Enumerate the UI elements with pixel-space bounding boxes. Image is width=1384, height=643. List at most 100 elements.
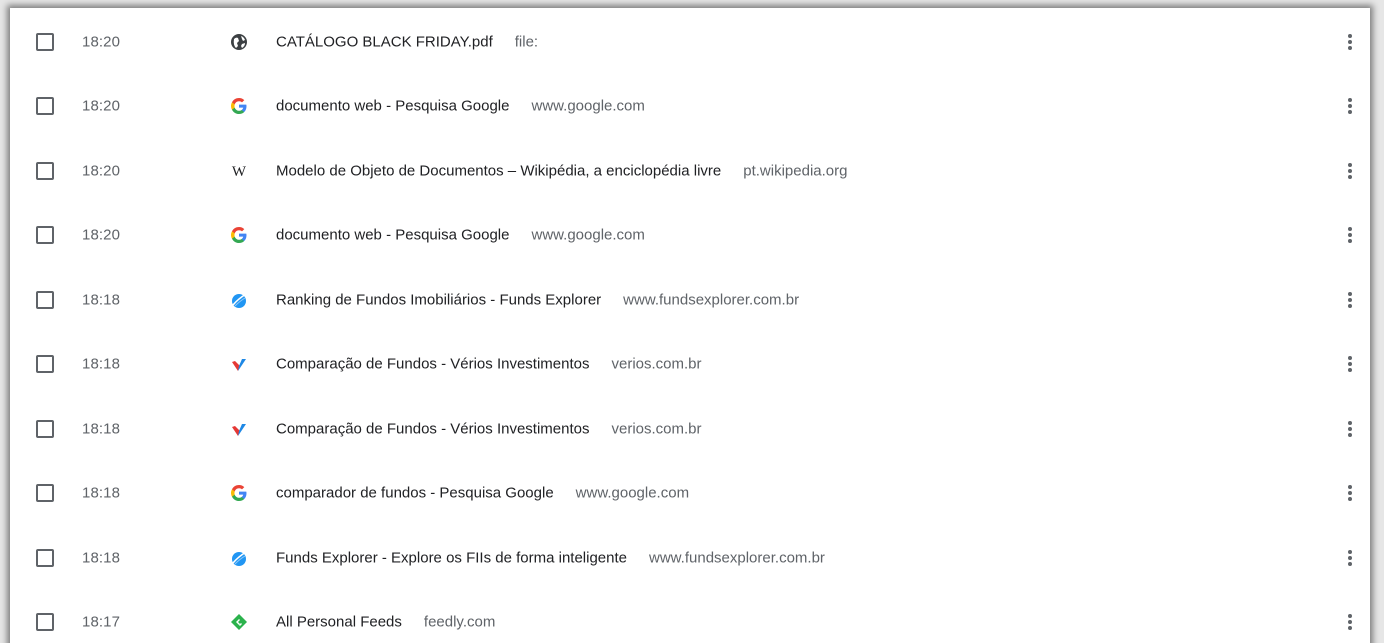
page-title: Funds Explorer - Explore os FIIs de form… [276, 549, 627, 567]
more-actions-icon[interactable] [1340, 160, 1360, 182]
row-checkbox[interactable] [36, 291, 54, 309]
page-title-link[interactable]: documento web - Pesquisa Google www.googl… [276, 98, 645, 115]
more-actions-icon[interactable] [1340, 418, 1360, 440]
page-title-link[interactable]: comparador de fundos - Pesquisa Google ww… [276, 485, 689, 502]
page-title: Comparação de Fundos - Vérios Investimen… [276, 355, 590, 373]
history-row[interactable]: 18:20 CATÁLOGO BLACK FRIDAY.pdf file: [10, 10, 1370, 74]
visit-time: 18:18 [82, 549, 121, 567]
page-title: documento web - Pesquisa Google [276, 97, 510, 115]
menu-dot [1348, 98, 1352, 102]
row-checkbox[interactable] [36, 484, 54, 502]
menu-dot [1348, 626, 1352, 630]
page-title: Comparação de Fundos - Vérios Investimen… [276, 420, 590, 438]
menu-dot [1348, 46, 1352, 50]
visit-time: 18:18 [82, 420, 121, 438]
row-checkbox[interactable] [36, 162, 54, 180]
menu-dot [1348, 491, 1352, 495]
menu-dot [1348, 292, 1352, 296]
page-domain: www.google.com [531, 97, 645, 115]
history-row[interactable]: 18:20 documento web - Pesquisa Google www.… [10, 203, 1370, 267]
menu-dot [1348, 620, 1352, 624]
verios-icon [230, 355, 248, 373]
menu-dot [1348, 562, 1352, 566]
page-domain: verios.com.br [611, 420, 702, 438]
visit-time: 18:20 [82, 162, 121, 180]
feedly-icon [230, 613, 248, 631]
menu-dot [1348, 175, 1352, 179]
visit-time: 18:17 [82, 613, 121, 631]
menu-dot [1348, 239, 1352, 243]
page-title-link[interactable]: Ranking de Fundos Imobiliários - Funds E… [276, 292, 799, 309]
history-row[interactable]: 18:18 Ranking de Fundos Imobiliários - Fu… [10, 268, 1370, 332]
page-title-link[interactable]: Funds Explorer - Explore os FIIs de form… [276, 550, 825, 567]
visit-time: 18:20 [82, 97, 121, 115]
visit-time: 18:20 [82, 33, 121, 51]
visit-time: 18:18 [82, 291, 121, 309]
page-title: Modelo de Objeto de Documentos – Wikipéd… [276, 162, 722, 180]
history-row[interactable]: 18:18 Funds Explorer - Explore os FIIs de… [10, 526, 1370, 590]
history-row[interactable]: 18:20 W Modelo de Objeto de Documentos – W… [10, 139, 1370, 203]
page-title-link[interactable]: Comparação de Fundos - Vérios Investimen… [276, 356, 702, 373]
menu-dot [1348, 40, 1352, 44]
google-icon [230, 226, 248, 244]
more-actions-icon[interactable] [1340, 547, 1360, 569]
page-title: documento web - Pesquisa Google [276, 226, 510, 244]
menu-dot [1348, 104, 1352, 108]
page-domain: www.fundsexplorer.com.br [649, 549, 825, 567]
row-checkbox[interactable] [36, 613, 54, 631]
verios-icon [230, 420, 248, 438]
more-actions-icon[interactable] [1340, 224, 1360, 246]
page-domain: verios.com.br [611, 355, 702, 373]
row-checkbox[interactable] [36, 355, 54, 373]
svg-text:W: W [232, 164, 247, 180]
more-actions-icon[interactable] [1340, 482, 1360, 504]
more-actions-icon[interactable] [1340, 31, 1360, 53]
history-row[interactable]: 18:20 documento web - Pesquisa Google www.… [10, 74, 1370, 138]
page-title-link[interactable]: documento web - Pesquisa Google www.googl… [276, 227, 645, 244]
menu-dot [1348, 362, 1352, 366]
visit-time: 18:18 [82, 355, 121, 373]
page-title-link[interactable]: All Personal Feeds feedly.com [276, 614, 495, 631]
page-domain: www.fundsexplorer.com.br [623, 291, 800, 309]
more-actions-icon[interactable] [1340, 289, 1360, 311]
page-title-link[interactable]: Modelo de Objeto de Documentos – Wikipéd… [276, 163, 847, 180]
page-title: comparador de fundos - Pesquisa Google [276, 484, 554, 502]
menu-dot [1348, 34, 1352, 38]
page-domain: feedly.com [423, 613, 496, 631]
menu-dot [1348, 227, 1352, 231]
more-actions-icon[interactable] [1340, 353, 1360, 375]
menu-dot [1348, 356, 1352, 360]
history-row[interactable]: 18:18 Comparação de Fundos - Vérios Inves… [10, 332, 1370, 396]
menu-dot [1348, 497, 1352, 501]
menu-dot [1348, 304, 1352, 308]
page-title-link[interactable]: Comparação de Fundos - Vérios Investimen… [276, 421, 702, 438]
visit-time: 18:20 [82, 226, 121, 244]
menu-dot [1348, 485, 1352, 489]
google-icon [230, 97, 248, 115]
wikipedia-icon: W [230, 162, 248, 180]
history-row[interactable]: 18:18 Comparação de Fundos - Vérios Inves… [10, 397, 1370, 461]
menu-dot [1348, 556, 1352, 560]
page-domain: pt.wikipedia.org [743, 162, 848, 180]
menu-dot [1348, 550, 1352, 554]
history-row[interactable]: 18:18 comparador de fundos - Pesquisa Goo… [10, 461, 1370, 525]
row-checkbox[interactable] [36, 97, 54, 115]
funds-explorer-icon [230, 549, 248, 567]
page-domain: www.google.com [531, 226, 645, 244]
row-checkbox[interactable] [36, 549, 54, 567]
history-window: 18:20 CATÁLOGO BLACK FRIDAY.pdf file: 18:20… [0, 0, 1384, 643]
globe-icon [230, 33, 248, 51]
more-actions-icon[interactable] [1340, 95, 1360, 117]
menu-dot [1348, 169, 1352, 173]
page-title: Ranking de Fundos Imobiliários - Funds E… [276, 291, 602, 309]
funds-explorer-icon [230, 291, 248, 309]
history-row[interactable]: 18:17 All Personal Feeds feedly.com [10, 590, 1370, 643]
page-title-link[interactable]: CATÁLOGO BLACK FRIDAY.pdf file: [276, 34, 538, 51]
row-checkbox[interactable] [36, 420, 54, 438]
page-title: All Personal Feeds [276, 613, 402, 631]
page-domain: www.google.com [575, 484, 690, 502]
page-title: CATÁLOGO BLACK FRIDAY.pdf [276, 33, 493, 51]
more-actions-icon[interactable] [1340, 611, 1360, 633]
row-checkbox[interactable] [36, 226, 54, 244]
row-checkbox[interactable] [36, 33, 54, 51]
